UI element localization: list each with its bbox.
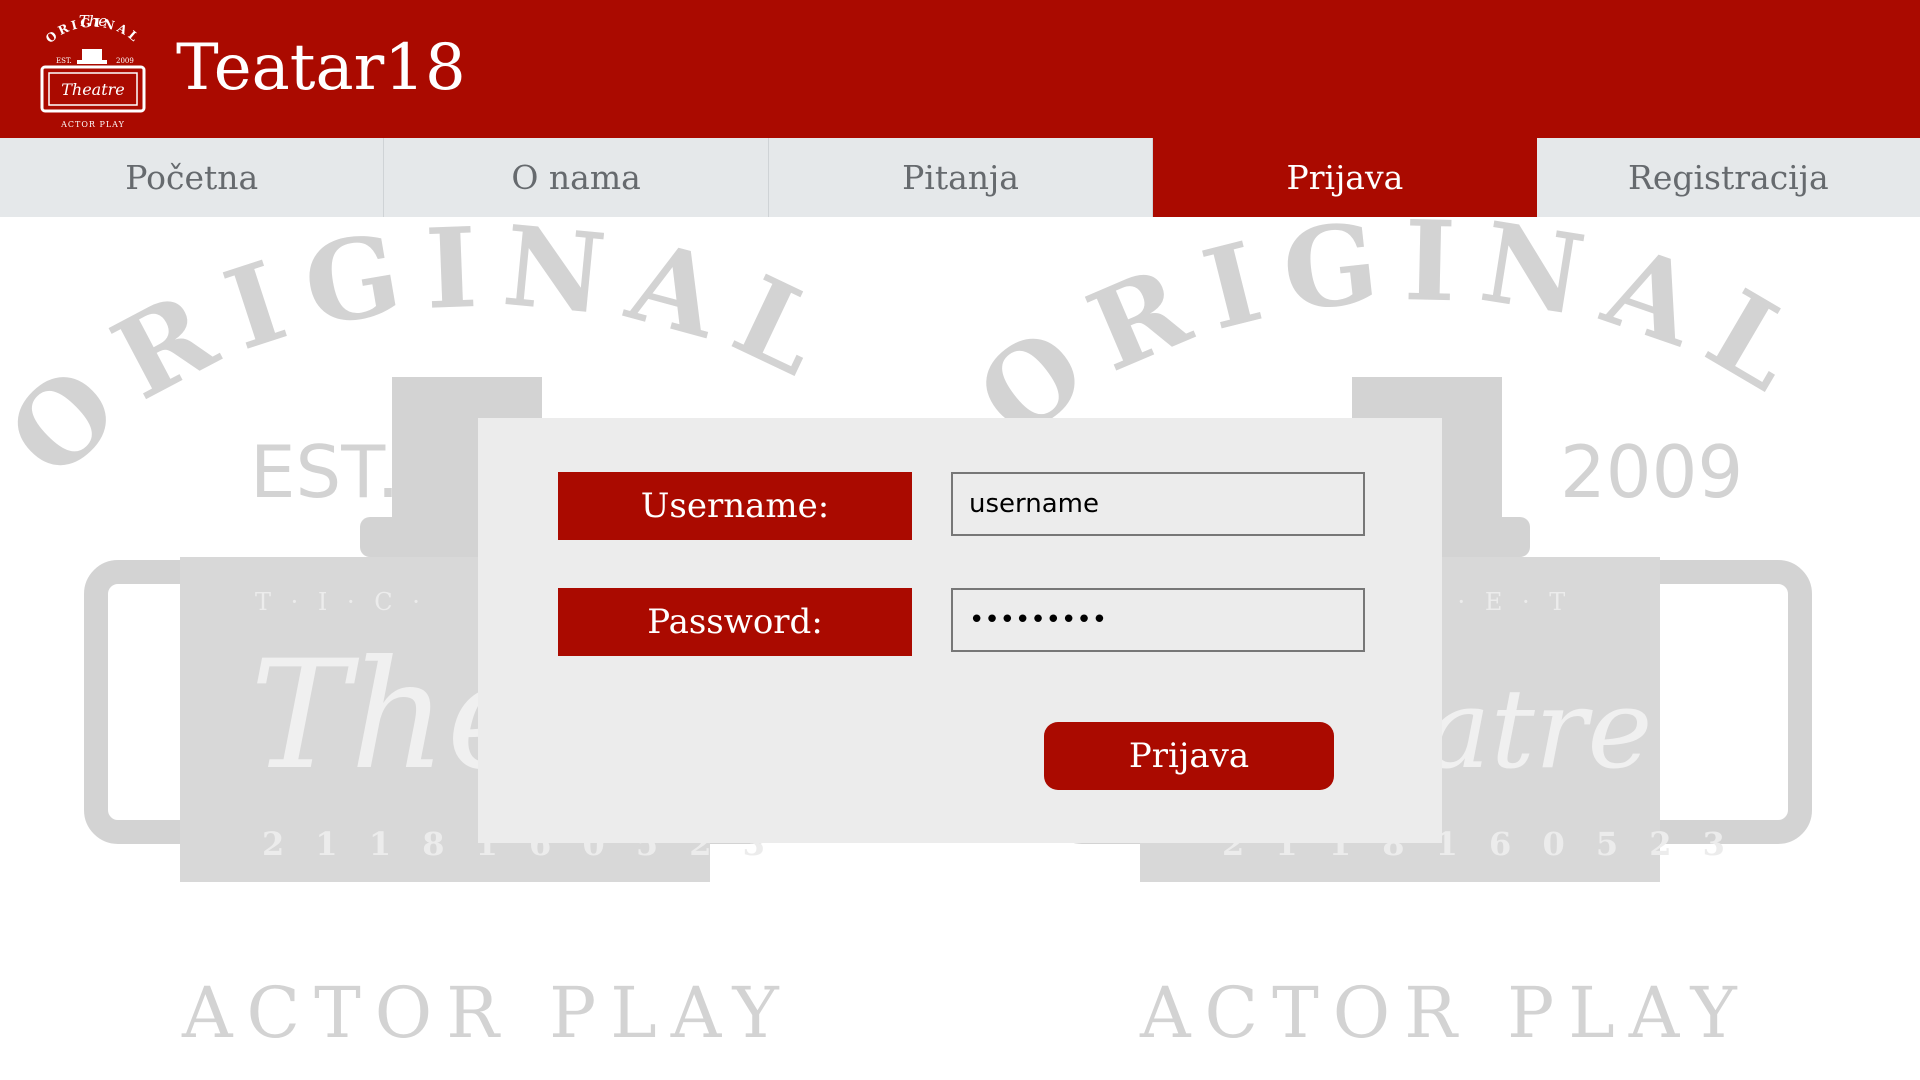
svg-text:K · E · T: K · E · T xyxy=(1420,588,1571,616)
svg-text:2009: 2009 xyxy=(1560,430,1743,514)
username-label: Username: xyxy=(558,472,912,540)
svg-text:2009: 2009 xyxy=(116,57,134,65)
svg-text:ACTOR PLAY: ACTOR PLAY xyxy=(181,972,793,1054)
nav-item-pitanja[interactable]: Pitanja xyxy=(769,138,1154,217)
login-form: Username: Password: Prijava xyxy=(478,418,1442,843)
username-input[interactable] xyxy=(951,472,1365,536)
main-nav: Početna O nama Pitanja Prijava Registrac… xyxy=(0,138,1920,217)
site-title: Teatar18 xyxy=(176,31,466,105)
password-label: Password: xyxy=(558,588,912,656)
svg-text:ORIGINAL: ORIGINAL xyxy=(43,16,143,47)
nav-item-registracija[interactable]: Registracija xyxy=(1537,138,1920,217)
svg-text:ACTOR PLAY: ACTOR PLAY xyxy=(1139,972,1751,1054)
svg-text:T · I · C ·: T · I · C · xyxy=(255,588,426,616)
svg-text:EST.: EST. xyxy=(250,430,400,514)
password-input[interactable] xyxy=(951,588,1365,652)
svg-text:atre: atre xyxy=(1425,665,1652,793)
svg-text:ACTOR PLAY: ACTOR PLAY xyxy=(60,120,125,129)
svg-text:EST.: EST. xyxy=(56,57,72,65)
nav-item-prijava[interactable]: Prijava xyxy=(1153,138,1537,217)
theatre-logo-icon[interactable]: The ORIGINAL EST. 2009 Theatre ACTOR PLA… xyxy=(34,9,152,131)
header: The ORIGINAL EST. 2009 Theatre ACTOR PLA… xyxy=(0,0,1920,138)
svg-text:Theatre: Theatre xyxy=(61,80,125,99)
nav-item-pocetna[interactable]: Početna xyxy=(0,138,385,217)
nav-item-o-nama[interactable]: O nama xyxy=(384,138,769,217)
login-button[interactable]: Prijava xyxy=(1044,722,1334,790)
